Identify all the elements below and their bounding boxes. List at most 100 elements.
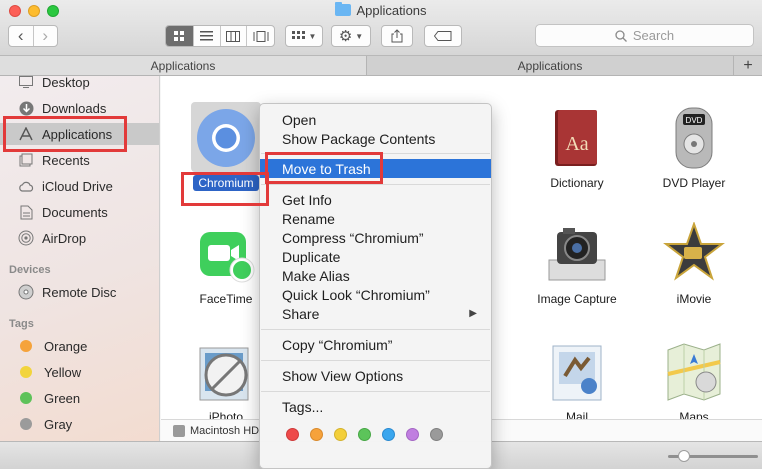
menu-separator (261, 184, 490, 185)
menu-item-show-view-options[interactable]: Show View Options (260, 366, 491, 385)
maps-icon (662, 340, 726, 404)
icon-view-button[interactable] (166, 26, 194, 46)
window-title: Applications (0, 2, 762, 18)
sidebar-item-airdrop[interactable]: AirDrop (0, 227, 159, 249)
image-capture-icon (545, 222, 609, 286)
sidebar-tag-gray[interactable]: Gray (0, 413, 159, 435)
tag-gray-button[interactable] (430, 428, 443, 441)
desktop-icon (18, 76, 34, 90)
dictionary-icon: Aa (545, 106, 609, 170)
tag-yellow-button[interactable] (334, 428, 347, 441)
sidebar-item-icloud-drive[interactable]: iCloud Drive (0, 175, 159, 197)
sidebar-tag-green[interactable]: Green (0, 387, 159, 409)
app-mail[interactable]: Mail (522, 340, 632, 424)
tag-red-button[interactable] (286, 428, 299, 441)
mail-icon (545, 340, 609, 404)
app-image-capture[interactable]: Image Capture (522, 222, 632, 306)
menu-item-compress[interactable]: Compress “Chromium” (260, 228, 491, 247)
app-dvd-player[interactable]: DVD DVD Player (639, 106, 749, 190)
tag-orange-button[interactable] (310, 428, 323, 441)
tag-icon (434, 31, 452, 41)
menu-separator (261, 329, 490, 330)
tag-color-dot (20, 392, 32, 404)
finder-window: Applications ‹ › ▼ ⚙ ▼ Search Applicatio… (0, 0, 762, 469)
facetime-icon (194, 222, 258, 286)
chevron-down-icon: ▼ (308, 31, 317, 41)
tag-color-dot (20, 366, 32, 378)
group-by-button[interactable]: ▼ (285, 25, 323, 47)
tag-green-button[interactable] (358, 428, 371, 441)
annotation-box-chromium (181, 172, 269, 206)
menu-separator (261, 360, 490, 361)
submenu-arrow-icon: ▶ (469, 308, 477, 319)
dvd-player-icon: DVD (662, 106, 726, 170)
share-button[interactable] (381, 25, 413, 47)
columns-icon (226, 30, 241, 42)
menu-separator (261, 391, 490, 392)
iphoto-icon (194, 340, 258, 404)
chromium-icon (194, 106, 258, 170)
svg-text:Aa: Aa (565, 133, 588, 155)
sidebar-tag-yellow[interactable]: Yellow (0, 361, 159, 383)
applications-folder-icon (335, 2, 352, 16)
tab-bar: Applications Applications + (0, 56, 762, 76)
list-icon (200, 31, 214, 41)
sidebar-heading-devices: Devices (9, 264, 51, 276)
history-nav: ‹ › (8, 25, 58, 47)
menu-item-copy[interactable]: Copy “Chromium” (260, 335, 491, 354)
view-mode-selector (165, 25, 275, 47)
sidebar-item-documents[interactable]: Documents (0, 201, 159, 223)
sidebar-item-remote-disc[interactable]: Remote Disc (0, 281, 159, 303)
menu-item-tags[interactable]: Tags... (260, 397, 491, 416)
tag-blue-button[interactable] (382, 428, 395, 441)
edit-tags-button[interactable] (424, 25, 462, 47)
tag-purple-button[interactable] (406, 428, 419, 441)
tab-applications-2[interactable]: Applications (367, 56, 734, 75)
airdrop-icon (18, 230, 34, 246)
disc-icon (18, 284, 34, 300)
path-item-disk[interactable]: Macintosh HD (190, 425, 259, 437)
icon-size-slider[interactable] (668, 450, 758, 462)
menu-item-rename[interactable]: Rename (260, 209, 491, 228)
tag-color-dot (20, 418, 32, 430)
back-button[interactable]: ‹ (9, 26, 34, 46)
menu-item-quick-look[interactable]: Quick Look “Chromium” (260, 285, 491, 304)
tab-applications-1[interactable]: Applications (0, 56, 367, 75)
forward-button[interactable]: › (34, 26, 58, 46)
list-view-button[interactable] (194, 26, 221, 46)
chevron-down-icon: ▼ (355, 31, 364, 41)
documents-icon (18, 204, 34, 220)
search-field[interactable]: Search (535, 24, 754, 47)
svg-text:DVD: DVD (686, 116, 703, 125)
cloud-icon (18, 178, 34, 194)
gear-icon: ⚙ (338, 28, 353, 45)
downloads-icon (18, 100, 34, 116)
recents-icon (18, 152, 34, 168)
menu-item-make-alias[interactable]: Make Alias (260, 266, 491, 285)
disk-icon (173, 424, 185, 437)
share-icon (391, 29, 403, 43)
grid-icon (173, 30, 184, 41)
column-view-button[interactable] (221, 26, 248, 46)
menu-item-share[interactable]: Share ▶ (260, 304, 491, 323)
cover-flow-icon (253, 30, 269, 42)
sidebar-item-desktop[interactable]: Desktop (0, 76, 159, 93)
app-maps[interactable]: Maps (639, 340, 749, 424)
menu-item-get-info[interactable]: Get Info (260, 190, 491, 209)
action-menu-button[interactable]: ⚙ ▼ (331, 25, 371, 47)
sidebar-item-recents[interactable]: Recents (0, 149, 159, 171)
sidebar-heading-tags: Tags (9, 318, 34, 330)
imovie-icon (662, 220, 726, 286)
menu-item-open[interactable]: Open (260, 110, 491, 129)
sidebar-tag-orange[interactable]: Orange (0, 335, 159, 357)
menu-item-duplicate[interactable]: Duplicate (260, 247, 491, 266)
slider-knob[interactable] (678, 450, 690, 462)
menu-item-show-package-contents[interactable]: Show Package Contents (260, 129, 491, 148)
title-bar: Applications ‹ › ▼ ⚙ ▼ Search (0, 0, 762, 56)
app-imovie[interactable]: iMovie (639, 220, 749, 306)
gallery-view-button[interactable] (247, 26, 274, 46)
app-dictionary[interactable]: Aa Dictionary (522, 106, 632, 190)
tag-color-dot (20, 340, 32, 352)
new-tab-button[interactable]: + (734, 56, 762, 75)
search-icon (615, 29, 627, 42)
